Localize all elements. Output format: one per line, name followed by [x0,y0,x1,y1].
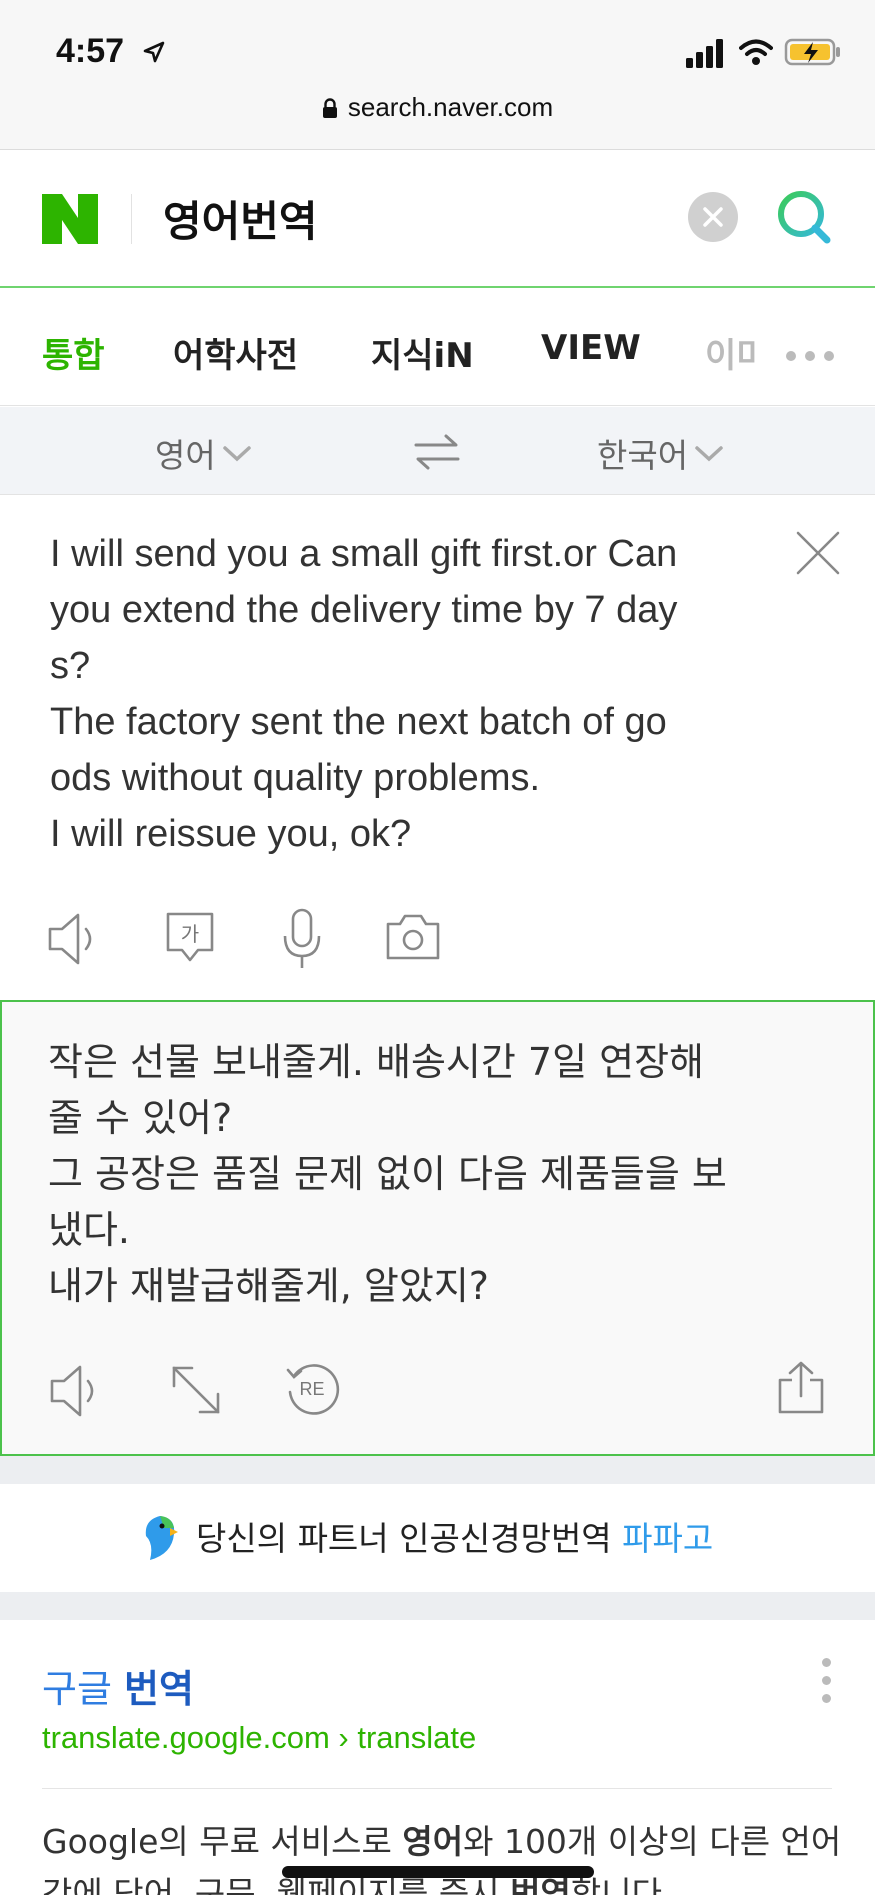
tab-view[interactable]: VIEW [541,328,641,368]
naver-logo-icon[interactable] [42,194,98,244]
source-text-input[interactable]: I will send you a small gift first.or Ca… [50,526,770,862]
share-icon[interactable] [778,1360,824,1414]
chevron-down-icon [222,446,251,462]
address-url: search.naver.com [347,92,554,122]
battery-charging-icon [784,38,840,66]
web-result-url[interactable]: translate.google.com › translate [42,1720,476,1756]
source-language-select[interactable]: 영어 [155,429,252,477]
source-tools: 가 [0,904,875,974]
chevron-down-icon [695,446,723,462]
close-icon [703,207,723,227]
web-result-title-prefix: 구글 [42,1667,112,1711]
clear-text-icon[interactable] [795,530,841,576]
camera-icon[interactable] [386,914,440,960]
web-result-divider [42,1788,832,1789]
location-arrow-icon [143,41,165,63]
swap-languages-icon[interactable] [414,433,460,471]
translation-result-panel: 작은 선물 보내줄게. 배송시간 7일 연장해 줄 수 있어? 그 공장은 품질… [0,1000,875,1456]
microphone-icon[interactable] [282,908,322,970]
home-indicator[interactable] [282,1866,594,1878]
search-button[interactable] [775,188,835,248]
language-selector-bar: 영어 한국어 [0,407,875,495]
papago-text: 당신의 파트너 인공신경망번역 [196,1519,612,1558]
papago-link[interactable]: 파파고 [622,1519,713,1558]
header-divider [131,194,132,244]
status-time: 4:57 [56,32,125,70]
papago-banner[interactable]: 당신의 파트너 인공신경망번역 파파고 [0,1484,875,1592]
honorific-toggle[interactable]: 가 [166,912,214,966]
search-header: 영어번역 [0,150,875,288]
honorific-icon-text: 가 [180,922,200,946]
papago-parrot-icon [145,1516,178,1560]
target-language-label: 한국어 [597,436,689,475]
search-tabs: 통합 어학사전 지식iN VIEW 이미 [0,290,875,406]
status-bar: 4:57 search.naver.com [0,0,875,150]
web-result-title-bold: 번역 [124,1667,194,1711]
speaker-icon[interactable] [48,912,104,966]
speaker-icon[interactable] [50,1364,106,1418]
wifi-icon [739,39,773,65]
tab-knowledge-in[interactable]: 지식iN [371,328,474,377]
web-result-google-translate: 구글 번역 translate.google.com › translate G… [0,1620,875,1895]
source-language-label: 영어 [155,436,216,475]
more-tabs-icon[interactable] [786,346,843,365]
desc-part: Google의 무료 서비스로 [42,1822,403,1861]
cellular-signal-icon [686,39,723,68]
web-result-title[interactable]: 구글 번역 [42,1658,194,1713]
retranslate-button[interactable]: RE [284,1362,340,1418]
more-options-icon[interactable] [822,1658,834,1704]
target-language-select[interactable]: 한국어 [597,429,724,477]
expand-icon[interactable] [170,1364,222,1416]
tab-integrated[interactable]: 통합 [42,328,105,377]
tab-images[interactable]: 이미 [705,328,755,377]
desc-highlight: 영어 [402,1822,464,1861]
web-result-description: Google의 무료 서비스로 영어와 100개 이상의 다른 언어 간에 단어… [42,1816,842,1895]
lock-icon [322,98,337,118]
retranslate-icon-text: RE [299,1379,325,1399]
clear-search-button[interactable] [688,192,738,242]
section-gap [0,1592,875,1620]
source-text-panel: I will send you a small gift first.or Ca… [0,496,875,1000]
address-bar[interactable]: search.naver.com [0,92,875,123]
translation-result-text: 작은 선물 보내줄게. 배송시간 7일 연장해 줄 수 있어? 그 공장은 품질… [48,1040,727,1308]
section-gap [0,1456,875,1484]
search-query[interactable]: 영어번역 [163,188,318,249]
tab-dictionary[interactable]: 어학사전 [173,328,298,377]
